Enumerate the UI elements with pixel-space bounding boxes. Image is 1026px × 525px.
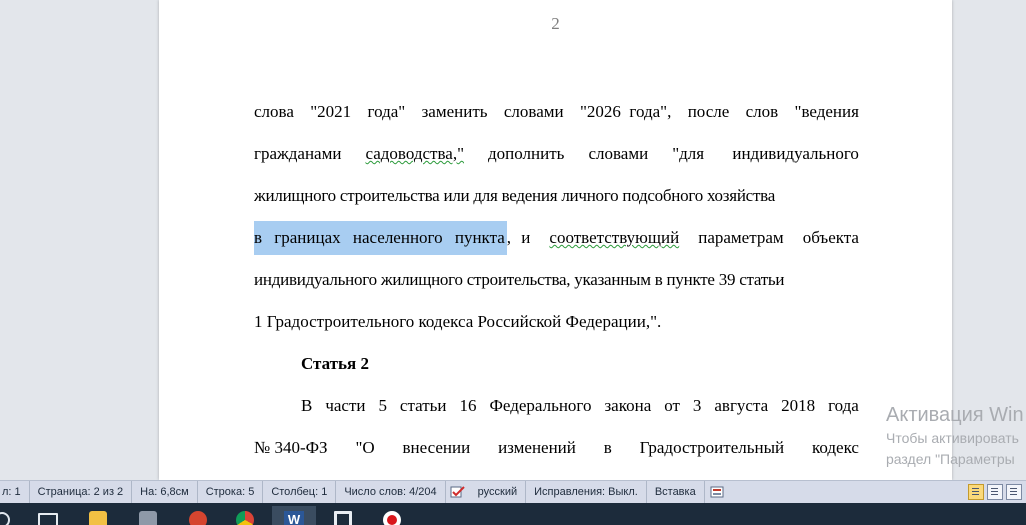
document-body[interactable]: слова "2021 года" заменить словами "2026…: [254, 91, 859, 469]
word: внесении: [402, 438, 471, 457]
word: статьи: [399, 396, 447, 415]
word: индивидуального: [732, 144, 859, 163]
word: слов: [745, 102, 779, 121]
task-view-icon[interactable]: [38, 513, 58, 525]
word: 3: [692, 396, 702, 415]
text-line-2: гражданами садоводства," дополнить слова…: [254, 133, 859, 175]
word: августа: [714, 396, 769, 415]
word: изменений: [498, 438, 576, 457]
word: "ведения: [794, 102, 859, 121]
status-word-count[interactable]: Число слов: 4/204: [336, 481, 446, 503]
word: года": [367, 102, 406, 121]
word: "О: [355, 438, 375, 457]
status-language[interactable]: русский: [470, 481, 527, 503]
status-position[interactable]: На: 6,8см: [132, 481, 198, 503]
text-line-6: 1 Градостроительного кодекса Российской …: [254, 301, 859, 343]
word: "2021: [310, 102, 352, 121]
word: в: [603, 438, 612, 457]
word: года: [828, 396, 859, 415]
word: "2026 года",: [579, 102, 672, 121]
watermark-title: Активация Win: [886, 404, 1024, 426]
word: словами: [503, 102, 564, 121]
status-section[interactable]: л: 1: [0, 481, 30, 503]
word: Федерального: [489, 396, 592, 415]
word: слова: [254, 102, 294, 121]
word-spellcheck: соответствующий: [549, 228, 680, 247]
text-line-5: индивидуального жилищного строительства,…: [254, 259, 859, 301]
record-icon[interactable]: [383, 511, 401, 525]
media-player-icon[interactable]: [334, 511, 352, 525]
view-buttons: [968, 481, 1026, 503]
word-spellcheck: садоводства,": [365, 144, 465, 163]
word: В: [301, 396, 313, 415]
word: , и: [506, 228, 531, 247]
word: 16: [459, 396, 477, 415]
text-line-9: № 340-ФЗ "О внесении изменений в Градост…: [254, 427, 859, 469]
macro-recording-icon[interactable]: [709, 485, 725, 499]
word: 2018: [781, 396, 816, 415]
word: 5: [378, 396, 387, 415]
word: Градостроительный: [639, 438, 785, 457]
word: № 340-ФЗ: [254, 438, 328, 457]
word: гражданами: [254, 144, 342, 163]
status-row[interactable]: Строка: 5: [198, 481, 264, 503]
word-icon[interactable]: W: [272, 506, 316, 525]
text-line-3: жилищного строительства или для ведения …: [254, 175, 859, 217]
word: "для: [672, 144, 709, 163]
word: кодекс: [811, 438, 859, 457]
word: заменить: [421, 102, 488, 121]
word: объекта: [802, 228, 859, 247]
status-insert-mode[interactable]: Вставка: [647, 481, 705, 503]
text-line-4: в границах населенного пункта, и соответ…: [254, 217, 859, 259]
text-line-8: В части 5 статьи 16 Федерального закона …: [254, 385, 859, 427]
full-screen-view-icon[interactable]: [987, 484, 1003, 500]
status-track-changes[interactable]: Исправления: Выкл.: [526, 481, 647, 503]
word: словами: [588, 144, 649, 163]
word: от: [664, 396, 680, 415]
windows-taskbar: W: [0, 503, 1026, 525]
line-text: жилищного строительства или для ведения …: [254, 186, 775, 205]
line-text: индивидуального жилищного строительства,…: [254, 270, 785, 289]
watermark-line-2: раздел "Параметры: [886, 451, 1015, 467]
line-text: 1 Градостроительного кодекса Российской …: [254, 312, 662, 331]
calculator-icon[interactable]: [139, 511, 157, 525]
proofing-icon[interactable]: [450, 485, 466, 499]
status-page[interactable]: Страница: 2 из 2: [30, 481, 133, 503]
file-explorer-icon[interactable]: [89, 511, 107, 525]
start-icon[interactable]: [0, 512, 10, 525]
text-line-1: слова "2021 года" заменить словами "2026…: [254, 91, 859, 133]
word: дополнить: [488, 144, 565, 163]
document-page[interactable]: 2 слова "2021 года" заменить словами "20…: [159, 0, 952, 480]
text-selection[interactable]: в границах населенного пункта: [254, 221, 507, 255]
antivirus-icon[interactable]: [189, 511, 207, 525]
status-column[interactable]: Столбец: 1: [263, 481, 337, 503]
chrome-icon[interactable]: [236, 511, 254, 525]
windows-activation-watermark: Активация Win Чтобы активировать раздел …: [886, 404, 1024, 469]
page-number: 2: [551, 14, 560, 33]
word: закона: [604, 396, 652, 415]
article-heading: Статья 2: [301, 354, 369, 373]
word: параметрам: [698, 228, 784, 247]
print-layout-view-icon[interactable]: [968, 484, 984, 500]
word: после: [687, 102, 730, 121]
word: части: [325, 396, 366, 415]
text-line-7: Статья 2: [254, 343, 859, 385]
watermark-line-1: Чтобы активировать: [886, 430, 1019, 446]
status-bar: л: 1 Страница: 2 из 2 На: 6,8см Строка: …: [0, 480, 1026, 503]
document-workspace: 2 слова "2021 года" заменить словами "20…: [0, 0, 1026, 480]
web-layout-view-icon[interactable]: [1006, 484, 1022, 500]
